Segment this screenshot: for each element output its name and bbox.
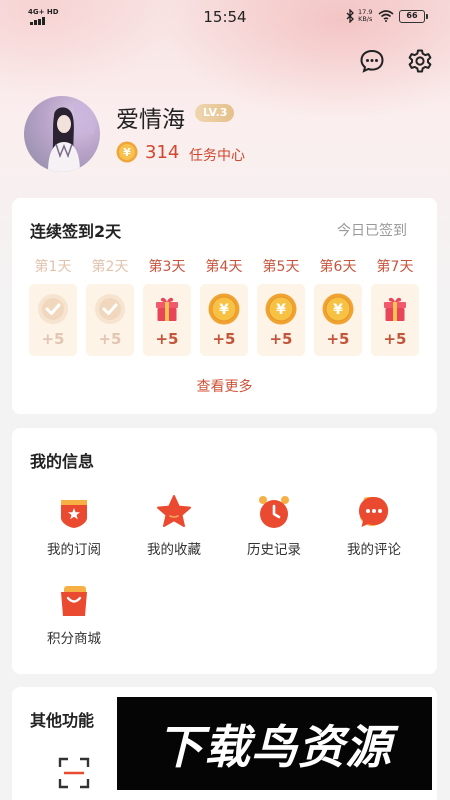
day-reward-tile: +5 xyxy=(371,284,419,356)
yuan-coin-icon: ¥ xyxy=(265,293,297,325)
avatar[interactable] xyxy=(24,96,100,172)
checkin-day[interactable]: 第5天 ¥ +5 xyxy=(257,256,305,360)
day-points: +5 xyxy=(383,330,407,348)
checkin-day[interactable]: 第1天 +5 xyxy=(29,256,77,360)
network-speed: 17.9 KB/s xyxy=(358,8,373,23)
checkin-day[interactable]: 第2天 +5 xyxy=(86,256,134,360)
gift-icon xyxy=(384,297,406,321)
checkin-day[interactable]: 第4天 ¥ +5 xyxy=(200,256,248,360)
menu-item-favorites[interactable]: 我的收藏 xyxy=(124,494,224,574)
menu-label: 我的收藏 xyxy=(147,542,201,558)
gift-icon xyxy=(156,297,178,321)
status-bar: 4G+ HD 15:54 17.9 KB/s 66 xyxy=(0,0,450,34)
watermark-overlay: 下载鸟资源 xyxy=(117,697,432,790)
battery-indicator: 66 xyxy=(399,10,428,23)
day-points: +5 xyxy=(212,330,236,348)
other-functions-title: 其他功能 xyxy=(30,711,95,730)
menu-label: 历史记录 xyxy=(247,542,301,558)
check-icon xyxy=(95,294,125,324)
day-reward-tile: ¥ +5 xyxy=(200,284,248,356)
checkin-status: 今日已签到 xyxy=(337,223,407,239)
svg-text:¥: ¥ xyxy=(333,302,343,318)
day-label: 第4天 xyxy=(205,259,243,275)
username: 爱情海 xyxy=(116,107,185,133)
day-points: +5 xyxy=(41,330,65,348)
day-reward-tile: ¥ +5 xyxy=(314,284,362,356)
my-info-title: 我的信息 xyxy=(30,452,95,471)
menu-item-comments[interactable]: 我的评论 xyxy=(324,494,424,574)
day-label: 第6天 xyxy=(319,259,357,275)
svg-text:¥: ¥ xyxy=(219,302,229,318)
checkin-card: 连续签到2天 今日已签到 第1天 +5 第2天 +5 第3天 +5 第4天 ¥ … xyxy=(12,198,437,414)
clock-icon xyxy=(259,496,289,528)
checkin-days: 第1天 +5 第2天 +5 第3天 +5 第4天 ¥ +5 第5天 ¥ +5 第… xyxy=(29,256,423,360)
my-info-card: 我的信息 我的订阅 我的收藏 历史记录 我的评论 积分商城 xyxy=(12,428,437,674)
star-icon xyxy=(157,495,191,527)
menu-item-points-mall[interactable]: 积分商城 xyxy=(24,583,124,663)
menu-label: 积分商城 xyxy=(47,631,101,647)
svg-text:¥: ¥ xyxy=(276,302,286,318)
day-reward-tile: +5 xyxy=(143,284,191,356)
day-label: 第7天 xyxy=(376,259,414,275)
scan-icon[interactable] xyxy=(56,755,92,791)
bluetooth-icon xyxy=(346,9,354,23)
level-badge: LV.3 xyxy=(195,104,235,122)
chat-bubble-icon[interactable] xyxy=(359,48,385,74)
day-label: 第1天 xyxy=(34,259,72,275)
yuan-coin-icon: ¥ xyxy=(208,293,240,325)
menu-label: 我的订阅 xyxy=(47,542,101,558)
yuan-coin-icon: ¥ xyxy=(322,293,354,325)
day-points: +5 xyxy=(326,330,350,348)
coin-icon: ¥ xyxy=(116,141,138,163)
day-points: +5 xyxy=(98,330,122,348)
checkin-title: 连续签到2天 xyxy=(30,222,122,241)
day-reward-tile: ¥ +5 xyxy=(257,284,305,356)
day-label: 第2天 xyxy=(91,259,129,275)
day-label: 第5天 xyxy=(262,259,300,275)
task-center-link[interactable]: 任务中心 xyxy=(189,145,245,165)
gear-icon[interactable] xyxy=(407,48,433,74)
see-more-link[interactable]: 查看更多 xyxy=(12,376,437,396)
checkin-day[interactable]: 第3天 +5 xyxy=(143,256,191,360)
menu-item-subscriptions[interactable]: 我的订阅 xyxy=(24,494,124,574)
subscription-icon xyxy=(61,500,87,528)
checkin-day[interactable]: 第7天 +5 xyxy=(371,256,419,360)
watermark-text: 下载鸟资源 xyxy=(157,720,392,774)
comment-icon xyxy=(359,496,389,527)
day-reward-tile: +5 xyxy=(86,284,134,356)
avatar-portrait xyxy=(48,104,94,172)
coin-balance: 314 xyxy=(145,142,180,163)
checkin-day[interactable]: 第6天 ¥ +5 xyxy=(314,256,362,360)
menu-label: 我的评论 xyxy=(347,542,401,558)
day-reward-tile: +5 xyxy=(29,284,77,356)
svg-text:¥: ¥ xyxy=(123,146,131,159)
shopping-bag-icon xyxy=(61,586,87,616)
day-label: 第3天 xyxy=(148,259,186,275)
day-points: +5 xyxy=(269,330,293,348)
check-icon xyxy=(38,294,68,324)
wifi-icon xyxy=(378,10,394,22)
day-points: +5 xyxy=(155,330,179,348)
menu-item-history[interactable]: 历史记录 xyxy=(224,494,324,574)
